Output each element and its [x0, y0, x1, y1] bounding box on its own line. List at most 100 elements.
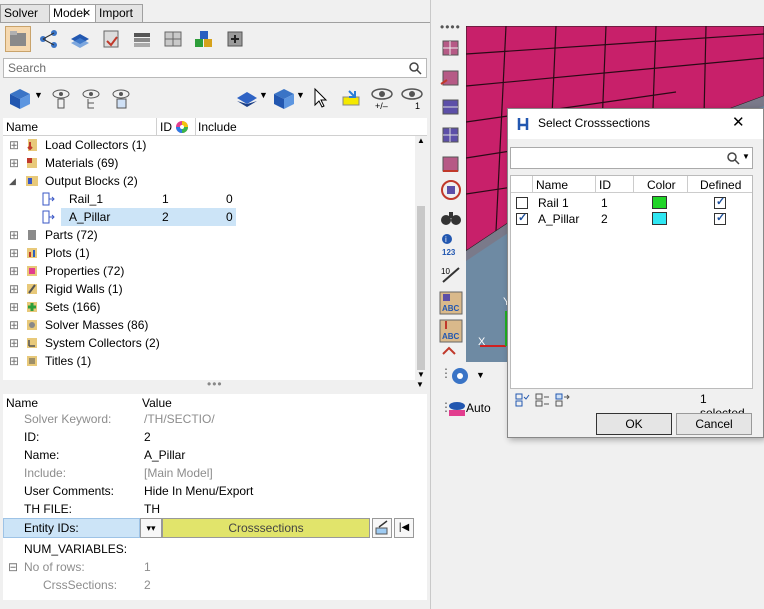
- property-row-include[interactable]: Include: [Main Model]: [3, 464, 427, 482]
- reverse-selection-icon[interactable]: [554, 392, 570, 408]
- expand-icon[interactable]: ⊞: [9, 226, 19, 244]
- eye-tree-icon[interactable]: [79, 86, 103, 110]
- include-view-button[interactable]: [98, 26, 124, 52]
- select-all-icon[interactable]: [514, 392, 530, 408]
- tree-item-titles[interactable]: ⊞ Titles (1): [3, 352, 415, 370]
- expand-icon[interactable]: ⊞: [9, 334, 19, 352]
- property-value[interactable]: Hide In Menu/Export: [144, 482, 253, 500]
- property-row-crsssections[interactable]: CrssSections: 2: [3, 576, 427, 594]
- reset-selection-button[interactable]: |◀: [394, 518, 414, 538]
- defined-checkbox[interactable]: [714, 195, 726, 209]
- expand-icon[interactable]: ⊞: [9, 136, 19, 154]
- label-abc-arrow-icon[interactable]: ABC: [438, 318, 464, 344]
- binoculars-icon[interactable]: [439, 206, 463, 230]
- column-id[interactable]: ID: [599, 178, 611, 192]
- scrollbar-thumb[interactable]: [417, 206, 425, 370]
- chevron-down-icon[interactable]: ▼: [742, 152, 750, 161]
- color-swatch[interactable]: [652, 212, 667, 225]
- chevron-down-icon[interactable]: ▼: [416, 380, 424, 389]
- gear-icon[interactable]: [448, 364, 474, 388]
- tree-item-sets[interactable]: ⊞ Sets (166): [3, 298, 415, 316]
- property-row-id[interactable]: ID: 2: [3, 428, 427, 446]
- highlight-icon[interactable]: [339, 87, 363, 109]
- property-value[interactable]: TH: [144, 500, 160, 518]
- tree-item-solver-masses[interactable]: ⊞ Solver Masses (86): [3, 316, 415, 334]
- row-checkbox[interactable]: [516, 211, 528, 225]
- tree-item-rail-1[interactable]: Rail_1 1 0: [3, 190, 415, 208]
- expand-icon[interactable]: ⊞: [9, 316, 19, 334]
- select-none-icon[interactable]: [534, 392, 550, 408]
- dialog-search-input[interactable]: ▼: [510, 147, 753, 169]
- section-cut-icon[interactable]: [439, 178, 463, 202]
- property-row-name[interactable]: Name: A_Pillar: [3, 446, 427, 464]
- expand-icon[interactable]: ⊞: [9, 262, 19, 280]
- property-row-user-comments[interactable]: User Comments: Hide In Menu/Export: [3, 482, 427, 500]
- mesh-arrow-icon[interactable]: [439, 66, 463, 90]
- tree-item-parts[interactable]: ⊞ Parts (72): [3, 226, 415, 244]
- expand-icon[interactable]: ⊞: [9, 244, 19, 262]
- chevron-down-icon[interactable]: ▼: [259, 90, 268, 100]
- cube-icon[interactable]: [271, 86, 295, 110]
- tree-item-plots[interactable]: ⊞ Plots (1): [3, 244, 415, 262]
- tree-item-materials[interactable]: ⊞ Materials (69): [3, 154, 415, 172]
- panel-splitter[interactable]: ••• ▼: [3, 377, 427, 392]
- column-defined[interactable]: Defined: [700, 178, 741, 192]
- partial-tool-icon[interactable]: [439, 344, 463, 358]
- render-mode-label[interactable]: Auto: [466, 401, 491, 415]
- label-abc-icon[interactable]: ABC: [438, 290, 464, 316]
- hierarchy-view-button[interactable]: [36, 26, 62, 52]
- tree-item-system-collectors[interactable]: ⊞ System Collectors (2): [3, 334, 415, 352]
- tree-item-load-collectors[interactable]: ⊞ Load Collectors (1): [3, 136, 415, 154]
- property-row-entity-ids[interactable]: Entity IDs: ▾▾ Crosssections |◀: [3, 518, 427, 538]
- defined-checkbox[interactable]: [714, 211, 726, 225]
- property-row-th-file[interactable]: TH FILE: TH: [3, 500, 427, 518]
- connector-view-button[interactable]: [222, 26, 248, 52]
- material-view-button[interactable]: [191, 26, 217, 52]
- tree-item-properties[interactable]: ⊞ Properties (72): [3, 262, 415, 280]
- expand-icon[interactable]: ⊞: [9, 154, 19, 172]
- search-icon[interactable]: [409, 62, 422, 75]
- collapse-icon[interactable]: ◢: [9, 172, 16, 190]
- property-row-num-variables[interactable]: NUM_VARIABLES:: [3, 540, 427, 558]
- info-id-icon[interactable]: i 123: [439, 232, 463, 258]
- search-icon[interactable]: [727, 152, 740, 165]
- mesh-icon[interactable]: [439, 36, 463, 60]
- tab-import[interactable]: Import: [95, 4, 143, 22]
- scroll-down-icon[interactable]: ▼: [417, 370, 425, 379]
- close-icon[interactable]: ×: [83, 5, 91, 21]
- mesh-grid-icon[interactable]: [439, 123, 463, 147]
- property-row-solver-keyword[interactable]: Solver Keyword: /TH/SECTIO/: [3, 410, 427, 428]
- splitter-grip-icon[interactable]: •••: [207, 377, 223, 391]
- eye-one-icon[interactable]: 1: [399, 85, 425, 111]
- close-icon[interactable]: ✕: [732, 113, 745, 131]
- dialog-titlebar[interactable]: Select Crosssections ✕: [508, 109, 763, 139]
- property-value[interactable]: A_Pillar: [144, 446, 185, 464]
- color-wheel-icon[interactable]: [175, 120, 189, 134]
- chevron-down-icon[interactable]: ▼: [34, 90, 43, 100]
- expand-icon[interactable]: ⊞: [9, 280, 19, 298]
- scroll-up-icon[interactable]: ▲: [417, 136, 425, 145]
- column-include[interactable]: Include: [198, 120, 237, 134]
- row-checkbox[interactable]: [516, 197, 528, 209]
- table-row[interactable]: Rail 1 1: [511, 195, 752, 211]
- cursor-icon[interactable]: [313, 87, 329, 109]
- property-row-no-of-rows[interactable]: ⊟ No of rows: 1: [3, 558, 427, 576]
- expand-icon[interactable]: ⊞: [9, 352, 19, 370]
- ok-button[interactable]: OK: [596, 413, 672, 435]
- eye-plus-minus-icon[interactable]: +/–: [369, 85, 397, 111]
- edit-selection-button[interactable]: [372, 518, 392, 538]
- mesh-edge-icon[interactable]: [439, 152, 463, 176]
- assembly-view-button[interactable]: [129, 26, 155, 52]
- measure-icon[interactable]: 10: [439, 262, 463, 286]
- chevron-down-icon[interactable]: ▼: [296, 90, 305, 100]
- model-view-button[interactable]: [5, 26, 31, 52]
- dropdown-button[interactable]: ▾▾: [140, 518, 162, 538]
- cancel-button[interactable]: Cancel: [676, 413, 752, 435]
- table-row[interactable]: A_Pillar 2: [511, 211, 752, 227]
- cube-icon[interactable]: [7, 86, 33, 110]
- mesh-element-icon[interactable]: [439, 95, 463, 119]
- column-id[interactable]: ID: [160, 120, 172, 134]
- search-input[interactable]: Search: [3, 58, 427, 78]
- component-view-button[interactable]: [67, 26, 93, 52]
- property-value[interactable]: 2: [144, 428, 151, 446]
